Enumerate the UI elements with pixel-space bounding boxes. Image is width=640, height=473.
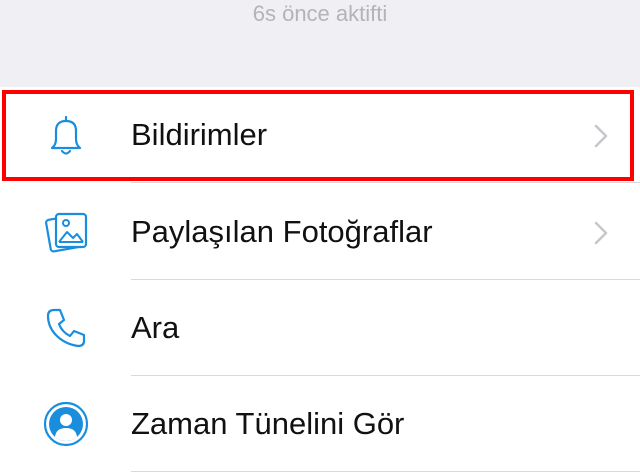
photos-icon bbox=[45, 212, 88, 253]
menu-item-shared-photos[interactable]: Paylaşılan Fotoğraflar bbox=[0, 184, 640, 280]
phone-icon bbox=[46, 308, 86, 348]
chevron-right-icon bbox=[594, 124, 608, 148]
menu-item-notifications[interactable]: Bildirimler bbox=[0, 87, 640, 183]
settings-list: Bildirimler Paylaşılan Fotoğraflar Ara Z… bbox=[0, 87, 640, 473]
divider bbox=[131, 182, 640, 183]
menu-item-label: Bildirimler bbox=[131, 117, 268, 152]
bell-icon bbox=[50, 115, 82, 155]
profile-icon bbox=[43, 401, 89, 447]
menu-item-call[interactable]: Ara bbox=[0, 280, 640, 376]
menu-item-label: Zaman Tünelini Gör bbox=[131, 406, 405, 441]
menu-item-view-timeline[interactable]: Zaman Tünelini Gör bbox=[0, 376, 640, 472]
menu-item-label: Ara bbox=[131, 310, 180, 345]
menu-item-label: Paylaşılan Fotoğraflar bbox=[131, 214, 433, 249]
chevron-right-icon bbox=[594, 221, 608, 245]
divider bbox=[131, 471, 640, 472]
last-active-status: 6s önce aktifti bbox=[252, 1, 388, 26]
